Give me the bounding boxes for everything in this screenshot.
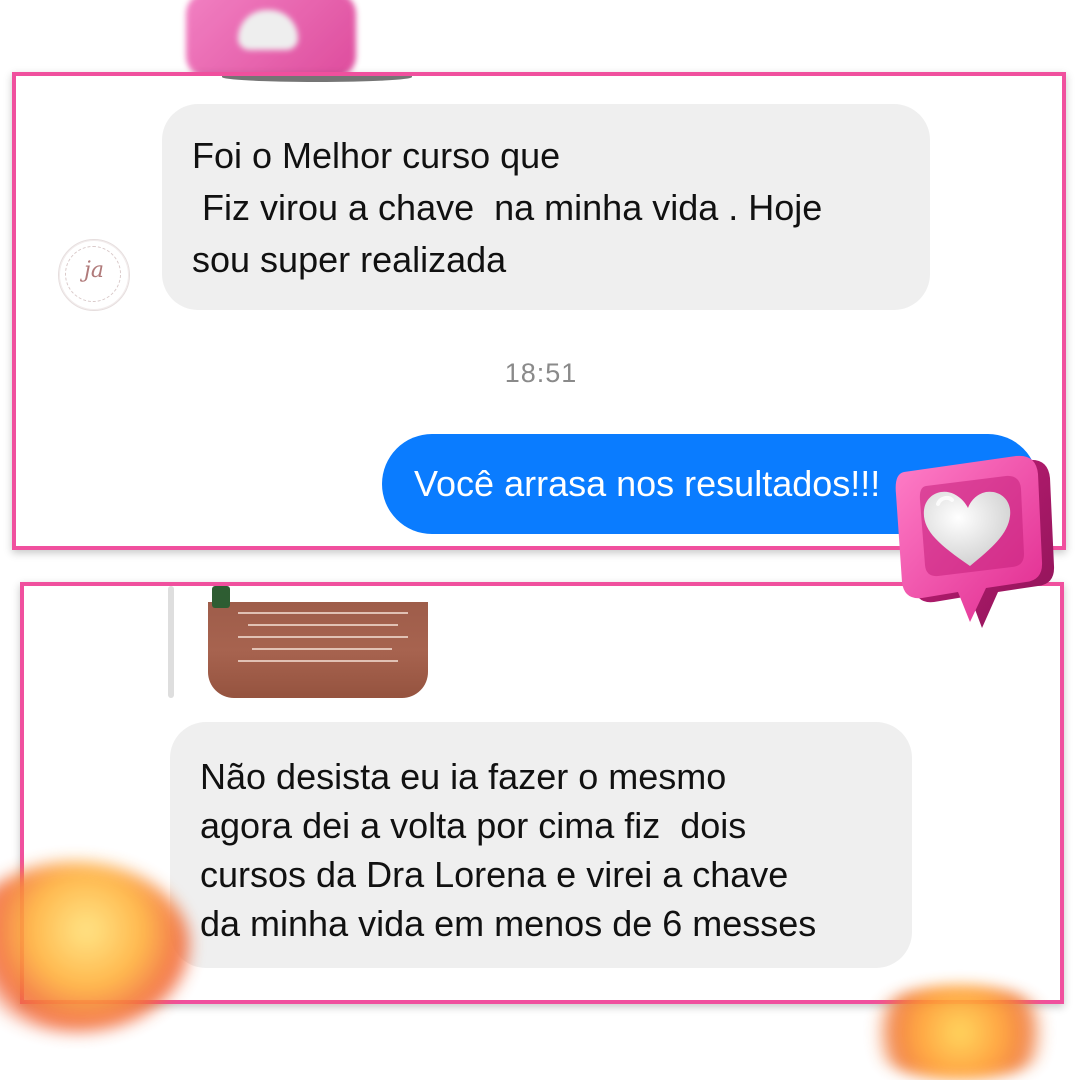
- blurred-heart-badge-icon: [186, 0, 356, 78]
- story-reply-thumbnail[interactable]: [208, 586, 428, 698]
- cropped-avatar: [222, 76, 412, 82]
- message-timestamp: 18:51: [504, 358, 578, 388]
- avatar-monogram: ja: [84, 258, 104, 283]
- message-line: Fiz virou a chave na minha vida . Hoje: [192, 187, 823, 228]
- avatar[interactable]: ja: [58, 239, 130, 311]
- plant-image: [212, 586, 230, 608]
- message-line: Não desista eu ia fazer o mesmo: [200, 756, 727, 797]
- incoming-message-bubble[interactable]: Foi o Melhor curso que Fiz virou a chave…: [162, 104, 930, 310]
- blurred-emoji-icon: [860, 985, 1060, 1080]
- testimonial-collage: ja Foi o Melhor curso que Fiz virou a ch…: [0, 0, 1080, 1080]
- message-line: cursos da Dra Lorena e virei a chave: [200, 854, 789, 895]
- incoming-message-bubble[interactable]: Não desista eu ia fazer o mesmo agora de…: [170, 722, 912, 968]
- message-line: agora dei a volta por cima fiz dois: [200, 805, 747, 846]
- message-line: da minha vida em menos de 6 messes: [200, 903, 817, 944]
- reply-thread-line: [168, 586, 174, 698]
- message-line: sou super realizada: [192, 239, 507, 280]
- heart-like-badge-icon: [895, 455, 1055, 628]
- message-line: Foi o Melhor curso que: [192, 135, 561, 176]
